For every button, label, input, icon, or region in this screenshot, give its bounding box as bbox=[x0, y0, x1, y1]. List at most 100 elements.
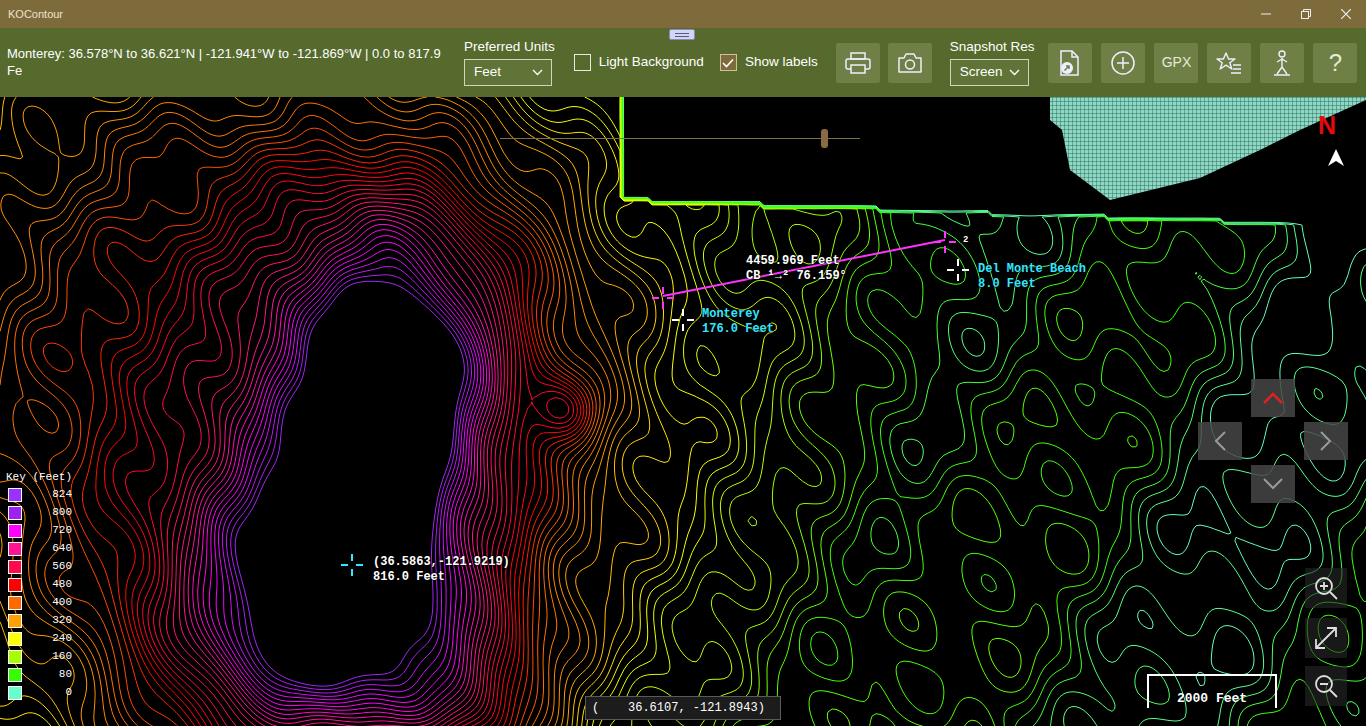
contour-line bbox=[620, 97, 795, 726]
pan-up-button[interactable] bbox=[1251, 379, 1295, 417]
contour-line bbox=[209, 236, 483, 707]
gpx-label: GPX bbox=[1162, 52, 1192, 73]
legend-row: 640 bbox=[6, 540, 72, 558]
window-title: KOContour bbox=[8, 6, 63, 23]
contour-line bbox=[0, 97, 671, 726]
legend-swatch bbox=[8, 650, 22, 664]
measure-end-marker[interactable] bbox=[934, 229, 956, 253]
place-marker[interactable] bbox=[672, 307, 694, 331]
contour-line bbox=[622, 97, 1148, 726]
contour-line bbox=[226, 267, 471, 694]
peak-marker[interactable] bbox=[341, 552, 363, 576]
contour-line bbox=[184, 210, 498, 726]
contour-line bbox=[0, 97, 611, 726]
zoom-in-button[interactable] bbox=[1305, 568, 1347, 608]
legend-value: 800 bbox=[22, 504, 72, 521]
add-button[interactable] bbox=[1101, 43, 1145, 83]
place-name: Monterey bbox=[702, 307, 774, 322]
print-button[interactable] bbox=[836, 43, 880, 83]
cursor-coordinates: ( 36.6107, -121.8943) bbox=[585, 696, 781, 720]
hike-button[interactable] bbox=[1260, 43, 1304, 83]
contour-line bbox=[622, 97, 1349, 726]
help-button[interactable]: ? bbox=[1313, 43, 1357, 83]
contour-line bbox=[222, 258, 474, 697]
snapshot-value: Screen bbox=[960, 62, 1003, 82]
pan-right-button[interactable] bbox=[1304, 422, 1348, 460]
checkbox-box[interactable] bbox=[574, 54, 591, 71]
legend: Key (Feet)824800720640560480400320240160… bbox=[6, 469, 72, 702]
measure-bearing: CB ¹→² 76.159° bbox=[746, 269, 847, 284]
slider-handle[interactable] bbox=[821, 129, 828, 148]
legend-value: 320 bbox=[22, 612, 72, 629]
minimize-icon bbox=[1261, 9, 1271, 19]
north-label: N bbox=[1318, 111, 1336, 139]
close-button[interactable] bbox=[1326, 0, 1366, 28]
north-arrow-icon bbox=[1326, 145, 1346, 169]
contour-line bbox=[22, 115, 596, 726]
checkbox[interactable]: Light Background bbox=[574, 52, 704, 72]
checkbox-label: Light Background bbox=[599, 52, 704, 72]
snapshot-label: Snapshot Res bbox=[950, 39, 1035, 55]
legend-row: 720 bbox=[6, 522, 72, 540]
contour-line bbox=[235, 281, 464, 686]
contour-line bbox=[623, 97, 1366, 726]
panel-handle[interactable] bbox=[669, 29, 695, 40]
gpx-button[interactable]: GPX bbox=[1154, 43, 1198, 83]
contour-line bbox=[126, 178, 574, 726]
print-icon bbox=[845, 52, 871, 74]
checkbox[interactable]: Show labels bbox=[720, 52, 818, 72]
measurement-line[interactable] bbox=[663, 240, 945, 296]
legend-swatch bbox=[8, 560, 22, 574]
opacity-slider[interactable] bbox=[500, 138, 860, 139]
legend-value: 400 bbox=[22, 594, 72, 611]
legend-swatch bbox=[8, 668, 22, 682]
legend-value: 80 bbox=[22, 666, 72, 683]
contour-line bbox=[96, 160, 584, 726]
contour-line bbox=[160, 194, 512, 726]
scale-bar: 2000 Feet bbox=[1147, 674, 1277, 708]
minimize-button[interactable] bbox=[1246, 0, 1286, 28]
legend-swatch bbox=[8, 506, 22, 520]
open-file-button[interactable] bbox=[1048, 43, 1092, 83]
legend-row: 0 bbox=[6, 684, 72, 702]
checkbox-box[interactable] bbox=[720, 54, 737, 71]
pan-left-button[interactable] bbox=[1198, 422, 1242, 460]
contour-line bbox=[623, 97, 1366, 726]
snapshot-button[interactable] bbox=[888, 43, 932, 83]
legend-title: Key (Feet) bbox=[6, 469, 72, 486]
contour-map[interactable]: N(36.5863,-121.9219)816.0 Feet24459.969 … bbox=[0, 97, 1366, 726]
legend-value: 560 bbox=[22, 558, 72, 575]
measure-start-marker[interactable] bbox=[652, 285, 674, 309]
restore-button[interactable] bbox=[1286, 0, 1326, 28]
legend-row: 160 bbox=[6, 648, 72, 666]
units-select[interactable]: Feet bbox=[464, 59, 552, 86]
legend-value: 640 bbox=[22, 540, 72, 557]
contour-line bbox=[154, 189, 516, 726]
snapshot-select[interactable]: Screen bbox=[950, 59, 1029, 86]
favorites-button[interactable] bbox=[1207, 43, 1251, 83]
contour-line bbox=[113, 173, 577, 726]
document-icon bbox=[1058, 50, 1082, 76]
region-info: Monterey: 36.578°N to 36.621°N | -121.94… bbox=[0, 46, 458, 79]
close-icon bbox=[1341, 9, 1351, 19]
zoom-out-button[interactable] bbox=[1305, 666, 1347, 706]
pan-left-icon bbox=[1212, 430, 1228, 452]
legend-row: 80 bbox=[6, 666, 72, 684]
legend-swatch bbox=[8, 542, 22, 556]
contour-line bbox=[179, 206, 501, 726]
legend-row: 480 bbox=[6, 576, 72, 594]
contour-line bbox=[622, 97, 1366, 726]
expand-icon bbox=[1313, 625, 1339, 651]
contour-line bbox=[0, 97, 625, 726]
contour-line bbox=[82, 150, 586, 726]
contour-lines[interactable] bbox=[0, 97, 1366, 726]
contour-line bbox=[0, 97, 661, 726]
place-marker[interactable] bbox=[947, 257, 969, 281]
expand-button[interactable] bbox=[1305, 618, 1347, 658]
pan-down-button[interactable] bbox=[1251, 465, 1295, 503]
restore-icon bbox=[1301, 9, 1311, 19]
measure-end-label: 2 bbox=[963, 233, 968, 248]
legend-swatch bbox=[8, 596, 22, 610]
toolbar-buttons: GPX? bbox=[1048, 43, 1357, 83]
contour-line bbox=[0, 97, 618, 726]
